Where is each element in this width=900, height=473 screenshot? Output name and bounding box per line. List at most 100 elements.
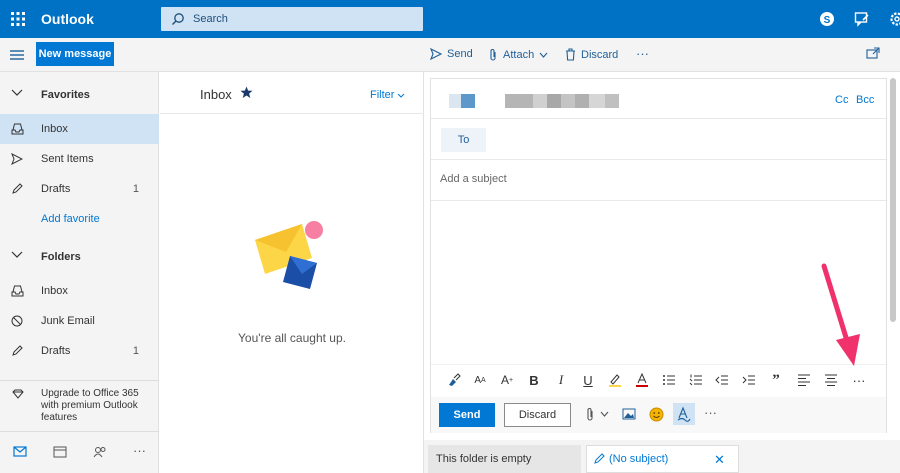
send-icon bbox=[11, 153, 23, 165]
filter-label: Filter bbox=[370, 89, 395, 101]
close-icon[interactable]: ✕ bbox=[714, 452, 725, 468]
paperclip-icon bbox=[488, 48, 498, 62]
quote-icon[interactable]: ” bbox=[768, 372, 784, 388]
calendar-icon[interactable] bbox=[53, 446, 67, 458]
nav-folder-inbox[interactable]: Inbox bbox=[0, 276, 159, 306]
top-bar bbox=[0, 0, 900, 38]
trash-icon bbox=[565, 48, 576, 61]
toolbar-discard-button[interactable]: Discard bbox=[565, 48, 618, 61]
nav-fav-sent[interactable]: Sent Items bbox=[0, 144, 159, 174]
feedback-icon[interactable] bbox=[854, 11, 870, 27]
annotation-arrow bbox=[818, 262, 866, 370]
emoji-icon[interactable] bbox=[649, 407, 664, 422]
signature-button[interactable] bbox=[673, 403, 695, 425]
toolbar-more-button[interactable]: ··· bbox=[636, 46, 649, 61]
bullets-icon[interactable] bbox=[661, 372, 677, 388]
mail-icon[interactable] bbox=[13, 446, 27, 457]
folders-header[interactable]: Folders bbox=[0, 242, 159, 272]
cc-button[interactable]: Cc bbox=[835, 94, 848, 106]
nav-label: Inbox bbox=[41, 123, 68, 135]
folders-label: Folders bbox=[41, 251, 81, 263]
align-center-icon[interactable] bbox=[823, 372, 839, 388]
nav-fav-drafts[interactable]: Drafts 1 bbox=[0, 174, 159, 204]
toolbar-send-label: Send bbox=[447, 48, 473, 60]
nav-folder-drafts[interactable]: Drafts 1 bbox=[0, 336, 159, 366]
star-icon[interactable] bbox=[240, 86, 253, 99]
redacted-block bbox=[575, 94, 589, 108]
chevron-down-icon bbox=[11, 89, 23, 97]
tab-folder-empty[interactable]: This folder is empty bbox=[428, 445, 581, 473]
format-more-button[interactable]: ··· bbox=[850, 372, 868, 388]
redacted-block bbox=[605, 94, 619, 108]
compose-more-button[interactable]: ··· bbox=[704, 405, 717, 420]
pencil-icon bbox=[11, 183, 23, 195]
bold-icon[interactable]: B bbox=[526, 372, 542, 388]
grow-font-icon[interactable]: A + bbox=[499, 372, 515, 388]
to-button[interactable]: To bbox=[441, 128, 486, 152]
numbering-icon[interactable] bbox=[688, 372, 704, 388]
scrollbar[interactable] bbox=[890, 78, 896, 322]
tab-draft[interactable]: (No subject) ✕ bbox=[586, 445, 739, 473]
people-icon[interactable] bbox=[93, 446, 107, 458]
skype-icon[interactable]: S bbox=[819, 11, 835, 27]
more-apps-button[interactable]: ··· bbox=[133, 443, 146, 458]
chevron-down-icon bbox=[539, 52, 548, 58]
new-message-button[interactable]: New message bbox=[36, 42, 114, 66]
search-box[interactable]: Search bbox=[161, 7, 423, 31]
settings-icon[interactable] bbox=[889, 11, 900, 27]
search-placeholder: Search bbox=[193, 13, 228, 25]
paperclip-icon[interactable] bbox=[585, 407, 595, 422]
favorites-header[interactable]: Favorites bbox=[0, 80, 159, 110]
align-left-icon[interactable] bbox=[796, 372, 812, 388]
toolbar-attach-label: Attach bbox=[503, 49, 535, 61]
format-painter-icon[interactable] bbox=[446, 372, 462, 388]
nav-fav-inbox[interactable]: Inbox bbox=[0, 114, 159, 144]
send-icon bbox=[430, 48, 442, 60]
bcc-button[interactable]: Bcc bbox=[856, 94, 874, 106]
nav-label: Inbox bbox=[41, 285, 68, 297]
list-title: Inbox bbox=[200, 87, 232, 102]
svg-text:S: S bbox=[824, 15, 831, 26]
send-button[interactable]: Send bbox=[439, 403, 495, 427]
upgrade-banner[interactable]: Upgrade to Office 365 with premium Outlo… bbox=[0, 380, 159, 432]
toolbar-send-button[interactable]: Send bbox=[430, 48, 473, 60]
font-size-icon[interactable]: AA bbox=[472, 372, 488, 388]
popout-icon[interactable] bbox=[866, 47, 880, 59]
search-icon bbox=[171, 12, 185, 26]
tab-draft-label: (No subject) bbox=[609, 453, 669, 465]
toolbar-discard-label: Discard bbox=[581, 48, 619, 61]
redacted-block bbox=[547, 94, 561, 108]
empty-message: You're all caught up. bbox=[238, 331, 346, 345]
image-icon[interactable] bbox=[622, 408, 636, 420]
redacted-block bbox=[449, 94, 461, 108]
inbox-icon bbox=[11, 285, 24, 297]
filter-button[interactable]: Filter bbox=[370, 89, 405, 101]
decrease-indent-icon[interactable] bbox=[714, 372, 730, 388]
discard-button[interactable]: Discard bbox=[504, 403, 571, 427]
nav-label: Sent Items bbox=[41, 153, 94, 165]
redacted-block bbox=[505, 94, 533, 108]
redacted-block bbox=[461, 94, 475, 108]
favorites-label: Favorites bbox=[41, 89, 90, 101]
increase-indent-icon[interactable] bbox=[741, 372, 757, 388]
add-favorite-link[interactable]: Add favorite bbox=[0, 204, 159, 234]
toolbar-attach-button[interactable]: Attach bbox=[488, 48, 548, 62]
highlight-icon[interactable] bbox=[607, 372, 623, 388]
nav-folder-junk[interactable]: Junk Email bbox=[0, 306, 159, 336]
font-color-icon[interactable] bbox=[634, 372, 650, 388]
nav-label: Drafts bbox=[41, 183, 71, 195]
subject-input[interactable] bbox=[440, 173, 870, 185]
redacted-block bbox=[561, 94, 575, 108]
underline-icon[interactable]: U bbox=[580, 372, 596, 388]
upgrade-text: Upgrade to Office 365 with premium Outlo… bbox=[41, 388, 139, 423]
inbox-icon bbox=[11, 123, 24, 135]
chevron-down-icon[interactable] bbox=[600, 411, 609, 417]
nav-count: 1 bbox=[132, 345, 139, 357]
app-title[interactable]: Outlook bbox=[41, 11, 94, 27]
hamburger-icon[interactable] bbox=[10, 50, 24, 60]
waffle-icon[interactable] bbox=[10, 11, 26, 27]
pencil-icon bbox=[11, 345, 23, 357]
chevron-down-icon bbox=[11, 251, 23, 259]
italic-icon[interactable]: I bbox=[553, 372, 569, 388]
pencil-icon bbox=[593, 453, 605, 465]
